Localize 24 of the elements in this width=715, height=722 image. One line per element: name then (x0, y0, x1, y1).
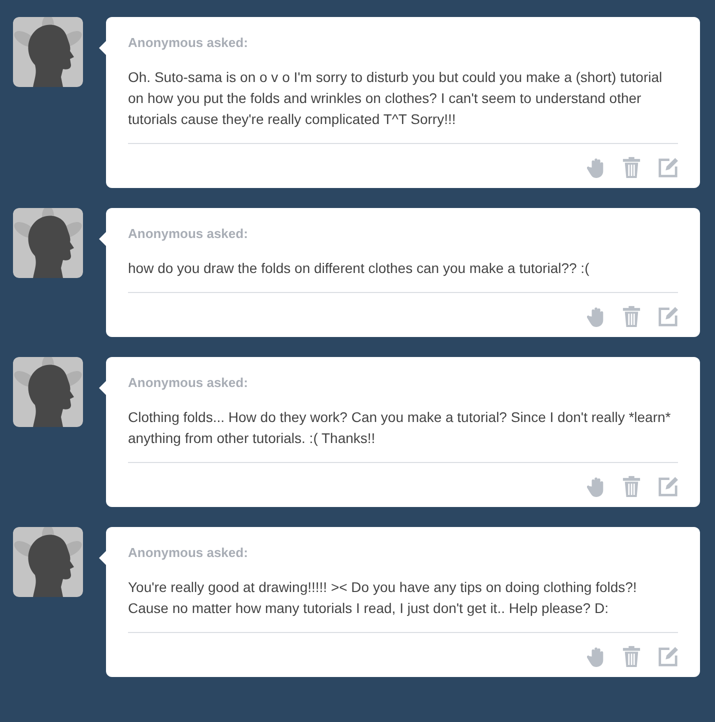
trash-icon[interactable] (622, 476, 641, 497)
question-text: You're really good at drawing!!!!! >< Do you have any tips on doing clothing folds?! Cause no matter how many tutorials I read, I just don't get it.. Help please? D: (128, 577, 678, 633)
trash-icon[interactable] (622, 157, 641, 178)
hand-icon[interactable] (587, 157, 606, 178)
avatar-silhouette-icon (13, 357, 83, 427)
avatar-silhouette-icon (13, 17, 83, 87)
hand-icon[interactable] (587, 306, 606, 327)
edit-icon[interactable] (657, 476, 678, 497)
edit-icon[interactable] (657, 646, 678, 667)
asker-name: Anonymous asked: (128, 545, 249, 560)
question-text: Clothing folds... How do they work? Can you make a tutorial? Since I don't really *learn* anything from other tutorials. :( Thanks!! (128, 407, 678, 463)
trash-icon[interactable] (622, 306, 641, 327)
asker-name: Anonymous asked: (128, 375, 249, 390)
trash-icon[interactable] (622, 646, 641, 667)
edit-icon[interactable] (657, 157, 678, 178)
question-text: Oh. Suto-sama is on o v o I'm sorry to disturb you but could you make a (short) tutorial on how you put the folds and wrinkles on clothes? I can't seem to understand other tutorials cause they're really complicated T^T Sorry!!! (128, 67, 678, 144)
hand-icon[interactable] (587, 476, 606, 497)
asker-name: Anonymous asked: (128, 226, 249, 241)
asker-name: Anonymous asked: (128, 35, 249, 50)
hand-icon[interactable] (587, 646, 606, 667)
avatar-silhouette-icon (13, 527, 83, 597)
question-text: how do you draw the folds on different clothes can you make a tutorial?? :( (128, 258, 678, 293)
edit-icon[interactable] (657, 306, 678, 327)
avatar-silhouette-icon (13, 208, 83, 278)
